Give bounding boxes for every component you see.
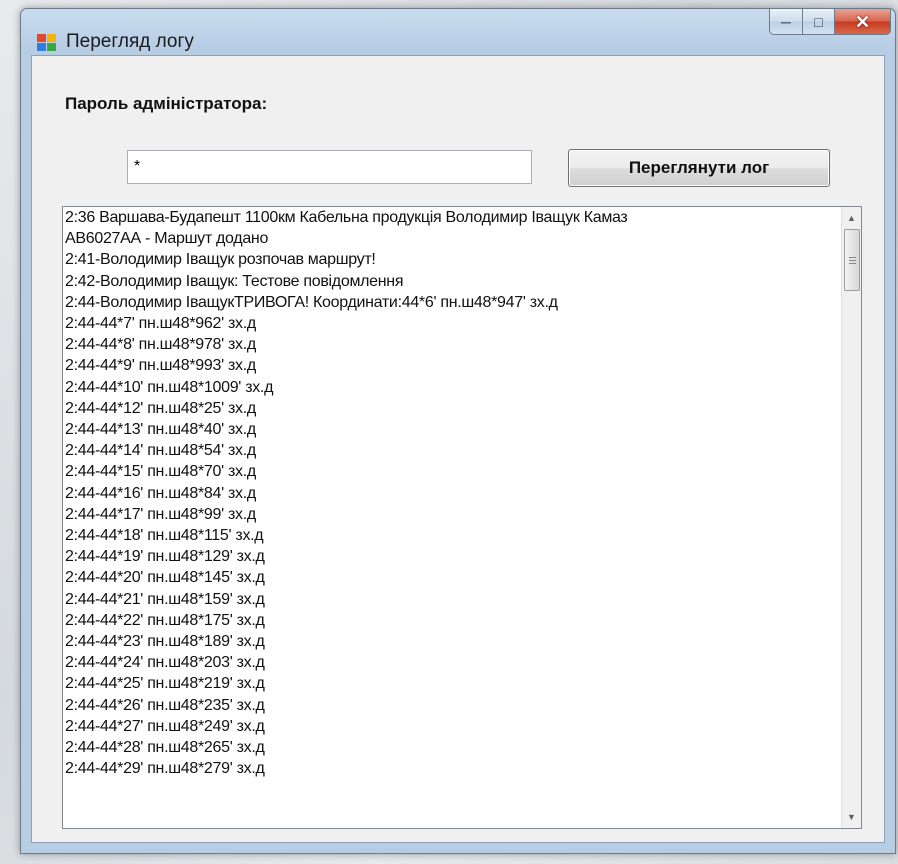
window-title: Перегляд логу bbox=[66, 31, 194, 52]
form-client-area: Пароль адміністратора: Переглянути лог 2… bbox=[31, 55, 885, 843]
log-line[interactable]: 2:44-44*29' пн.ш48*279' зх.д bbox=[65, 758, 839, 779]
close-icon: ✕ bbox=[854, 11, 871, 32]
close-button[interactable]: ✕ bbox=[835, 9, 891, 35]
log-line[interactable]: 2:44-44*18' пн.ш48*115' зх.д bbox=[65, 525, 839, 546]
log-line[interactable]: 2:44-44*25' пн.ш48*219' зх.д bbox=[65, 673, 839, 694]
vertical-scrollbar[interactable]: ▲ ▼ bbox=[841, 207, 861, 828]
log-line[interactable]: 2:44-44*24' пн.ш48*203' зх.д bbox=[65, 652, 839, 673]
log-line[interactable]: 2:44-44*19' пн.ш48*129' зх.д bbox=[65, 546, 839, 567]
log-line[interactable]: 2:44-44*7' пн.ш48*962' зх.д bbox=[65, 313, 839, 334]
log-line[interactable]: 2:44-44*27' пн.ш48*249' зх.д bbox=[65, 716, 839, 737]
caption-buttons: ─ □ ✕ bbox=[769, 9, 891, 35]
app-icon bbox=[37, 34, 57, 52]
log-line[interactable]: 2:44-44*16' пн.ш48*84' зх.д bbox=[65, 483, 839, 504]
password-input[interactable] bbox=[127, 150, 532, 184]
log-line[interactable]: 2:44-44*12' пн.ш48*25' зх.д bbox=[65, 398, 839, 419]
log-line[interactable]: 2:44-44*10' пн.ш48*1009' зх.д bbox=[65, 377, 839, 398]
scroll-up-icon[interactable]: ▲ bbox=[842, 209, 861, 227]
log-line[interactable]: 2:44-44*21' пн.ш48*159' зх.д bbox=[65, 589, 839, 610]
minimize-icon: ─ bbox=[781, 13, 791, 30]
log-line[interactable]: 2:44-44*23' пн.ш48*189' зх.д bbox=[65, 631, 839, 652]
log-line[interactable]: 2:36 Варшава-Будапешт 1100км Кабельна пр… bbox=[65, 207, 839, 228]
log-line[interactable]: 2:44-Володимир ІващукТРИВОГА! Координати… bbox=[65, 292, 839, 313]
log-line[interactable]: 2:44-44*9' пн.ш48*993' зх.д bbox=[65, 355, 839, 376]
log-line[interactable]: 2:44-44*14' пн.ш48*54' зх.д bbox=[65, 440, 839, 461]
log-line[interactable]: АВ6027АА - Маршут додано bbox=[65, 228, 839, 249]
log-line[interactable]: 2:44-44*17' пн.ш48*99' зх.д bbox=[65, 504, 839, 525]
log-line[interactable]: 2:41-Володимир Іващук розпочав маршрут! bbox=[65, 249, 839, 270]
maximize-button[interactable]: □ bbox=[803, 9, 835, 35]
password-label: Пароль адміністратора: bbox=[65, 94, 268, 113]
log-line[interactable]: 2:44-44*20' пн.ш48*145' зх.д bbox=[65, 567, 839, 588]
log-line[interactable]: 2:44-44*8' пн.ш48*978' зх.д bbox=[65, 334, 839, 355]
log-line[interactable]: 2:44-44*26' пн.ш48*235' зх.д bbox=[65, 695, 839, 716]
log-line[interactable]: 2:44-44*28' пн.ш48*265' зх.д bbox=[65, 737, 839, 758]
view-log-button[interactable]: Переглянути лог bbox=[568, 149, 830, 187]
log-line[interactable]: 2:42-Володимир Іващук: Тестове повідомле… bbox=[65, 271, 839, 292]
log-line[interactable]: 2:44-44*22' пн.ш48*175' зх.д bbox=[65, 610, 839, 631]
scroll-down-icon[interactable]: ▼ bbox=[842, 808, 861, 826]
log-line[interactable]: 2:44-44*13' пн.ш48*40' зх.д bbox=[65, 419, 839, 440]
log-viewer-window: Перегляд логу ─ □ ✕ Пароль адміністратор… bbox=[20, 8, 896, 854]
grip-icon bbox=[848, 256, 856, 264]
log-lines: 2:36 Варшава-Будапешт 1100км Кабельна пр… bbox=[65, 207, 839, 779]
log-listbox[interactable]: 2:36 Варшава-Будапешт 1100км Кабельна пр… bbox=[62, 206, 862, 829]
scroll-thumb[interactable] bbox=[844, 229, 860, 291]
maximize-icon: □ bbox=[814, 13, 823, 30]
log-line[interactable]: 2:44-44*15' пн.ш48*70' зх.д bbox=[65, 461, 839, 482]
minimize-button[interactable]: ─ bbox=[769, 9, 803, 35]
